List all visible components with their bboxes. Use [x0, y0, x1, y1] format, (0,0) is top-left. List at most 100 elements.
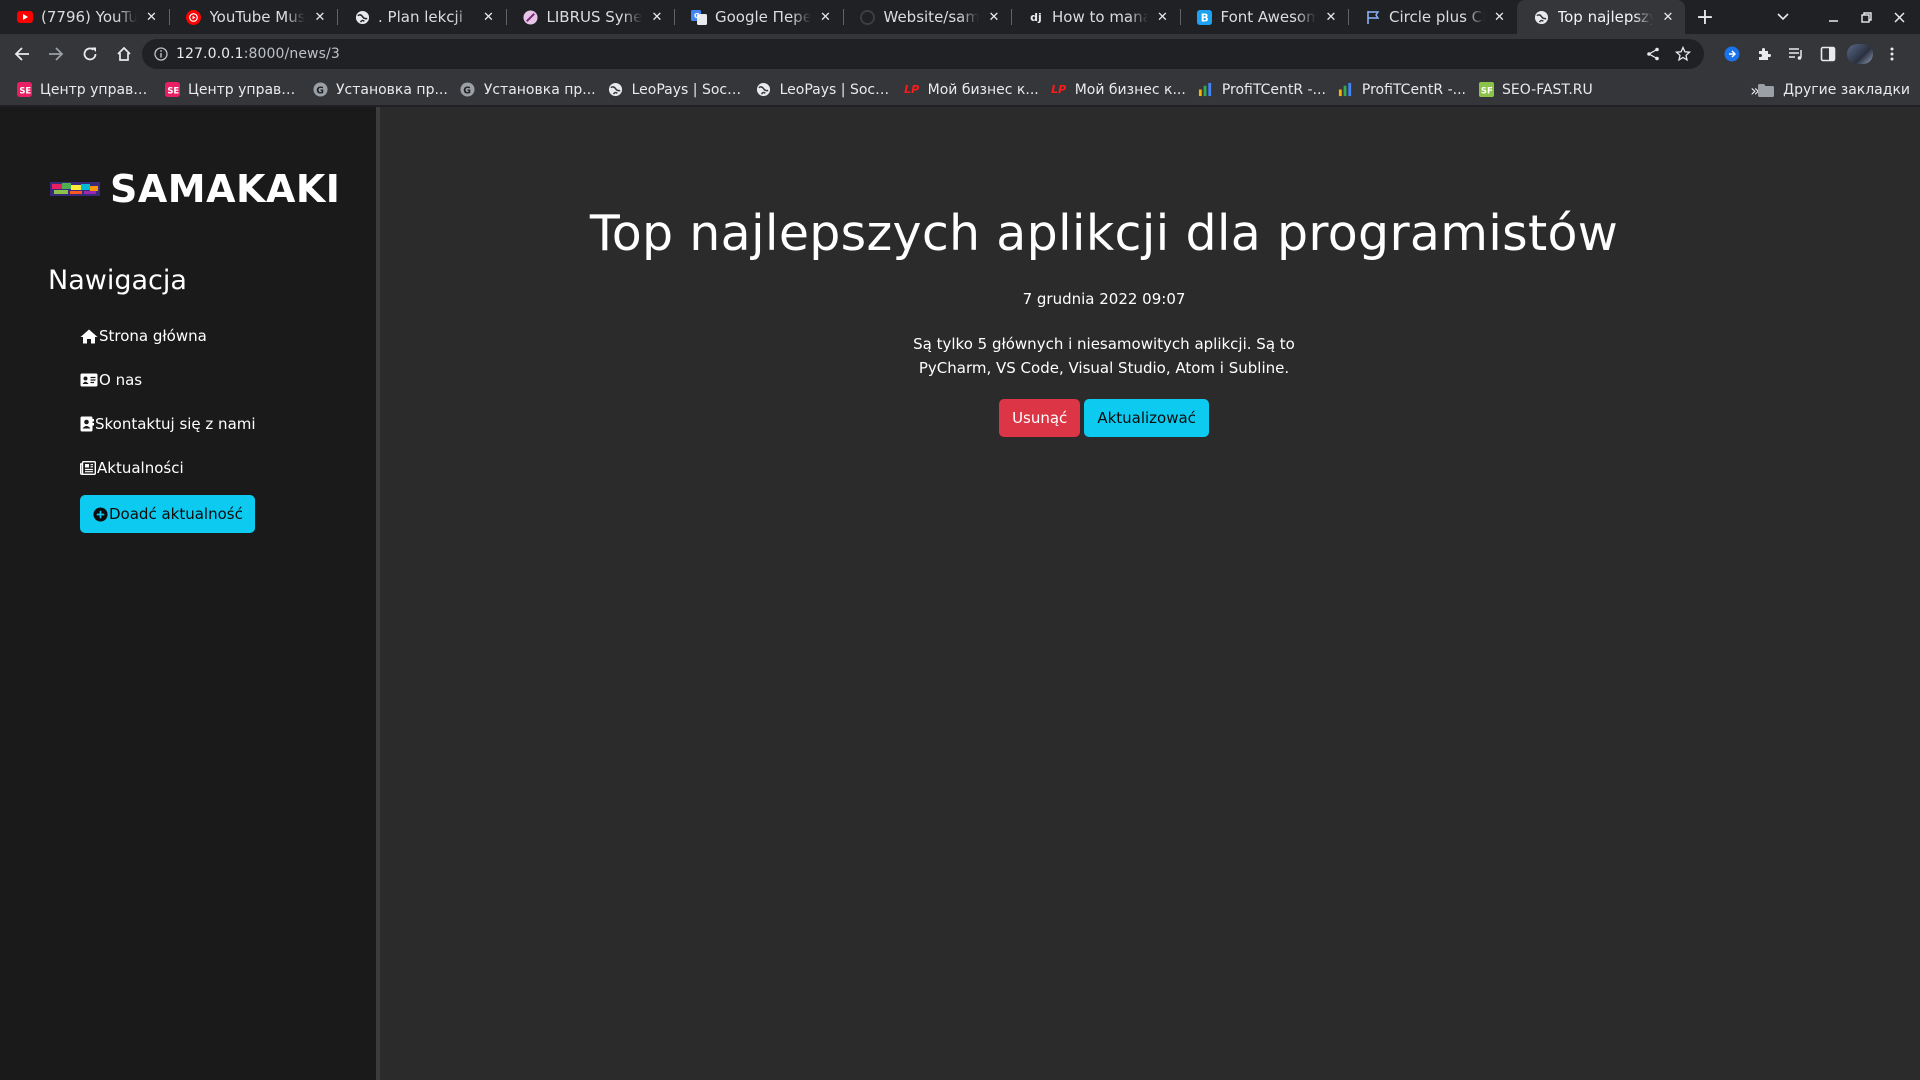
tab-librus[interactable]: LIBRUS Synergia ✕ — [505, 0, 675, 34]
other-bookmarks-label: Другие закладки — [1783, 82, 1910, 98]
close-window-button[interactable] — [1883, 0, 1916, 34]
home-icon — [80, 329, 98, 343]
reload-button[interactable] — [74, 38, 106, 70]
close-icon[interactable]: ✕ — [1322, 8, 1340, 26]
close-icon[interactable]: ✕ — [1154, 8, 1172, 26]
restore-button[interactable] — [1850, 0, 1883, 34]
close-icon[interactable]: ✕ — [143, 8, 161, 26]
bookmark-item[interactable]: LP Мой бизнес к... — [1045, 76, 1192, 104]
home-icon — [117, 46, 131, 61]
minimize-icon — [1829, 19, 1838, 22]
tab-active-news[interactable]: Top najlepszych aplikacji ✕ — [1516, 0, 1685, 34]
close-icon[interactable]: ✕ — [311, 8, 329, 26]
tab-youtube-music[interactable]: YouTube Music ✕ — [168, 0, 338, 34]
side-panel-icon[interactable] — [1812, 38, 1844, 70]
close-icon[interactable]: ✕ — [985, 8, 1003, 26]
other-bookmarks-folder[interactable]: Другие закладки — [1758, 74, 1910, 106]
close-icon[interactable]: ✕ — [1659, 8, 1677, 26]
share-icon[interactable] — [1638, 39, 1668, 69]
youtube-music-icon — [186, 9, 202, 25]
bookmark-item[interactable]: ProfiTCentR -... — [1332, 76, 1472, 104]
bootstrap-icon: B — [1197, 9, 1213, 25]
reload-icon — [83, 47, 97, 61]
bookmark-item[interactable]: G Установка пр... — [454, 76, 602, 104]
home-button[interactable] — [108, 38, 140, 70]
back-button[interactable] — [6, 38, 38, 70]
bookmark-item[interactable]: SE Центр управл... — [158, 76, 306, 104]
flag-icon — [1365, 9, 1381, 25]
brand[interactable]: SAMAKAKI — [50, 167, 340, 211]
globe-icon — [756, 82, 772, 98]
svg-text:G: G — [694, 12, 700, 20]
tab-django[interactable]: dj How to manage ✕ — [1011, 0, 1180, 34]
nav-title: Nawigacja — [48, 265, 187, 296]
puzzle-icon[interactable] — [1748, 38, 1780, 70]
bookmark-item[interactable]: ProfiTCentR -... — [1192, 76, 1332, 104]
tab-search-button[interactable] — [1766, 0, 1799, 34]
close-icon[interactable]: ✕ — [648, 8, 666, 26]
add-news-button[interactable]: Doadć aktualność — [80, 495, 255, 533]
nav-item-home[interactable]: Strona główna — [80, 314, 256, 358]
nav-item-contact[interactable]: Skontaktuj się z nami — [80, 402, 256, 446]
close-icon[interactable]: ✕ — [1491, 8, 1509, 26]
bookmarks-bar: SE Центр управл... SE Центр управл... G … — [0, 74, 1920, 106]
star-icon[interactable] — [1668, 39, 1698, 69]
brand-name: SAMAKAKI — [110, 167, 341, 211]
bookmark-item[interactable]: LP Мой бизнес к... — [898, 76, 1045, 104]
google-translate-icon: G — [691, 9, 707, 25]
tab-title: Website/samakaki — [883, 8, 980, 26]
sidebar: SAMAKAKI Nawigacja Strona główna O nas S… — [0, 107, 380, 1080]
bookmark-item[interactable]: LeoPays | Soci... — [750, 76, 898, 104]
bookmark-item[interactable]: LeoPays | Soci... — [602, 76, 750, 104]
url-text[interactable]: 127.0.0.1:8000/news/3 — [176, 46, 340, 62]
tab-plan-lekcji[interactable]: . Plan lekcji ✕ — [337, 0, 506, 34]
bookmark-item[interactable]: SF SEO-FAST.RU — [1472, 76, 1599, 104]
globe-icon — [354, 9, 370, 25]
close-icon[interactable]: ✕ — [817, 8, 835, 26]
new-tab-button[interactable]: + — [1687, 0, 1723, 34]
tab-google-translate[interactable]: G Google Переводчик ✕ — [674, 0, 843, 34]
update-button[interactable]: Aktualizować — [1084, 399, 1209, 437]
extension-icon[interactable] — [1716, 38, 1748, 70]
forward-button[interactable] — [40, 38, 72, 70]
minimize-button[interactable] — [1817, 0, 1850, 34]
librus-icon — [523, 9, 539, 25]
tab-font-awesome[interactable]: B Font Awesome ✕ — [1179, 0, 1349, 34]
tab-title: LIBRUS Synergia — [546, 8, 643, 26]
delete-button[interactable]: Usunąć — [999, 399, 1081, 437]
svg-text:SE: SE — [19, 85, 31, 95]
svg-text:SF: SF — [1480, 85, 1492, 95]
bar-chart-icon — [1338, 82, 1354, 98]
browser-toolbar: 127.0.0.1:8000/news/3 — [0, 34, 1920, 74]
svg-text:SE: SE — [167, 85, 179, 95]
globe-icon — [608, 82, 624, 98]
extensions-area — [1716, 38, 1908, 70]
avatar — [1847, 44, 1873, 64]
nav-item-label: Aktualności — [97, 459, 184, 477]
tab-youtube[interactable]: (7796) YouTube ✕ — [0, 0, 169, 34]
nav-item-about[interactable]: O nas — [80, 358, 256, 402]
menu-button[interactable] — [1876, 38, 1908, 70]
bookmark-item[interactable]: SE Центр управл... — [10, 76, 158, 104]
url-host: 127.0.0.1 — [176, 46, 244, 62]
site-info-icon[interactable] — [146, 39, 176, 69]
tab-title: Font Awesome — [1220, 8, 1317, 26]
nav-item-label: Skontaktuj się z nami — [95, 415, 256, 433]
article-body: Są tylko 5 głównych i niesamowitych apli… — [913, 335, 1295, 377]
bookmark-item[interactable]: G Установка пр... — [306, 76, 454, 104]
address-bar[interactable]: 127.0.0.1:8000/news/3 — [142, 39, 1704, 69]
bookmark-label: ProfiTCentR -... — [1361, 81, 1466, 98]
bookmark-label: Центр управл... — [188, 81, 300, 98]
article-title: Top najlepszych aplikcji dla programistó… — [589, 205, 1619, 262]
id-card-icon — [80, 373, 98, 387]
nav-item-news[interactable]: Aktualności — [80, 446, 256, 490]
media-queue-icon[interactable] — [1780, 38, 1812, 70]
tab-circle-plus[interactable]: Circle plus Class ✕ — [1348, 0, 1517, 34]
restore-icon — [1861, 11, 1872, 23]
bookmark-label: LeoPays | Soci... — [631, 81, 744, 98]
close-icon[interactable]: ✕ — [480, 8, 498, 26]
folder-icon — [1758, 83, 1775, 97]
tab-github[interactable]: Website/samakaki ✕ — [842, 0, 1012, 34]
profile-avatar[interactable] — [1844, 38, 1876, 70]
globe-icon — [1534, 9, 1550, 25]
